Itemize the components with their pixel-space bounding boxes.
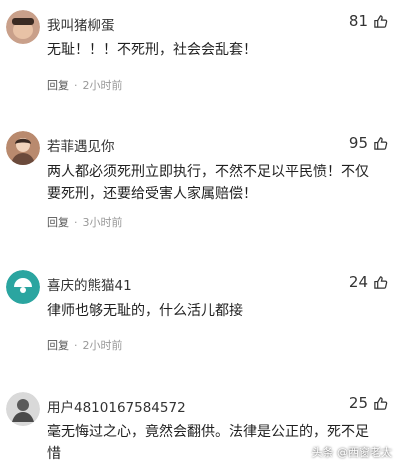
thumbs-up-icon (374, 396, 388, 410)
comment-username[interactable]: 用户4810167584572 (47, 396, 186, 416)
like-button[interactable]: 81 (349, 12, 388, 30)
like-count: 95 (348, 134, 368, 152)
like-button[interactable]: 95 (349, 134, 388, 152)
comment-text: 无耻！！！不死刑，社会会乱套！ (47, 42, 257, 58)
avatar[interactable] (6, 270, 40, 304)
comment-meta: 回复 · 3小时前 (47, 214, 123, 230)
meta-separator: · (74, 78, 78, 92)
comment-text: 律师也够无耻的，什么活儿都接 (47, 303, 243, 319)
comment-username[interactable]: 我叫猪柳蛋 (47, 14, 115, 34)
reply-button[interactable]: 回复 (47, 337, 69, 353)
reply-button[interactable]: 回复 (47, 77, 69, 93)
meta-separator: · (74, 338, 78, 352)
comment-time: 2小时前 (82, 79, 123, 92)
thumbs-up-icon (374, 275, 388, 289)
avatar[interactable] (6, 131, 40, 165)
like-count: 24 (348, 273, 368, 291)
like-count: 81 (348, 12, 368, 30)
avatar[interactable] (6, 392, 40, 426)
comment-username[interactable]: 若菲遇见你 (47, 135, 115, 155)
like-button[interactable]: 25 (349, 394, 388, 412)
reply-button[interactable]: 回复 (47, 214, 69, 230)
comment-username[interactable]: 喜庆的熊猫41 (47, 274, 132, 294)
watermark: 头条 @西窗老太 (311, 446, 393, 459)
comment-time: 2小时前 (82, 339, 123, 352)
comment-text: 两人都必须死刑立即执行，不然不足以平民愤！不仅要死刑，还要给受害人家属赔偿！ (47, 164, 369, 202)
comment-meta: 回复 · 2小时前 (47, 337, 123, 353)
like-count: 25 (348, 394, 368, 412)
thumbs-up-icon (374, 136, 388, 150)
thumbs-up-icon (374, 14, 388, 28)
meta-separator: · (74, 215, 78, 229)
comment-meta: 回复 · 2小时前 (47, 77, 123, 93)
comment-time: 3小时前 (82, 216, 123, 229)
avatar[interactable] (6, 10, 40, 44)
like-button[interactable]: 24 (349, 273, 388, 291)
